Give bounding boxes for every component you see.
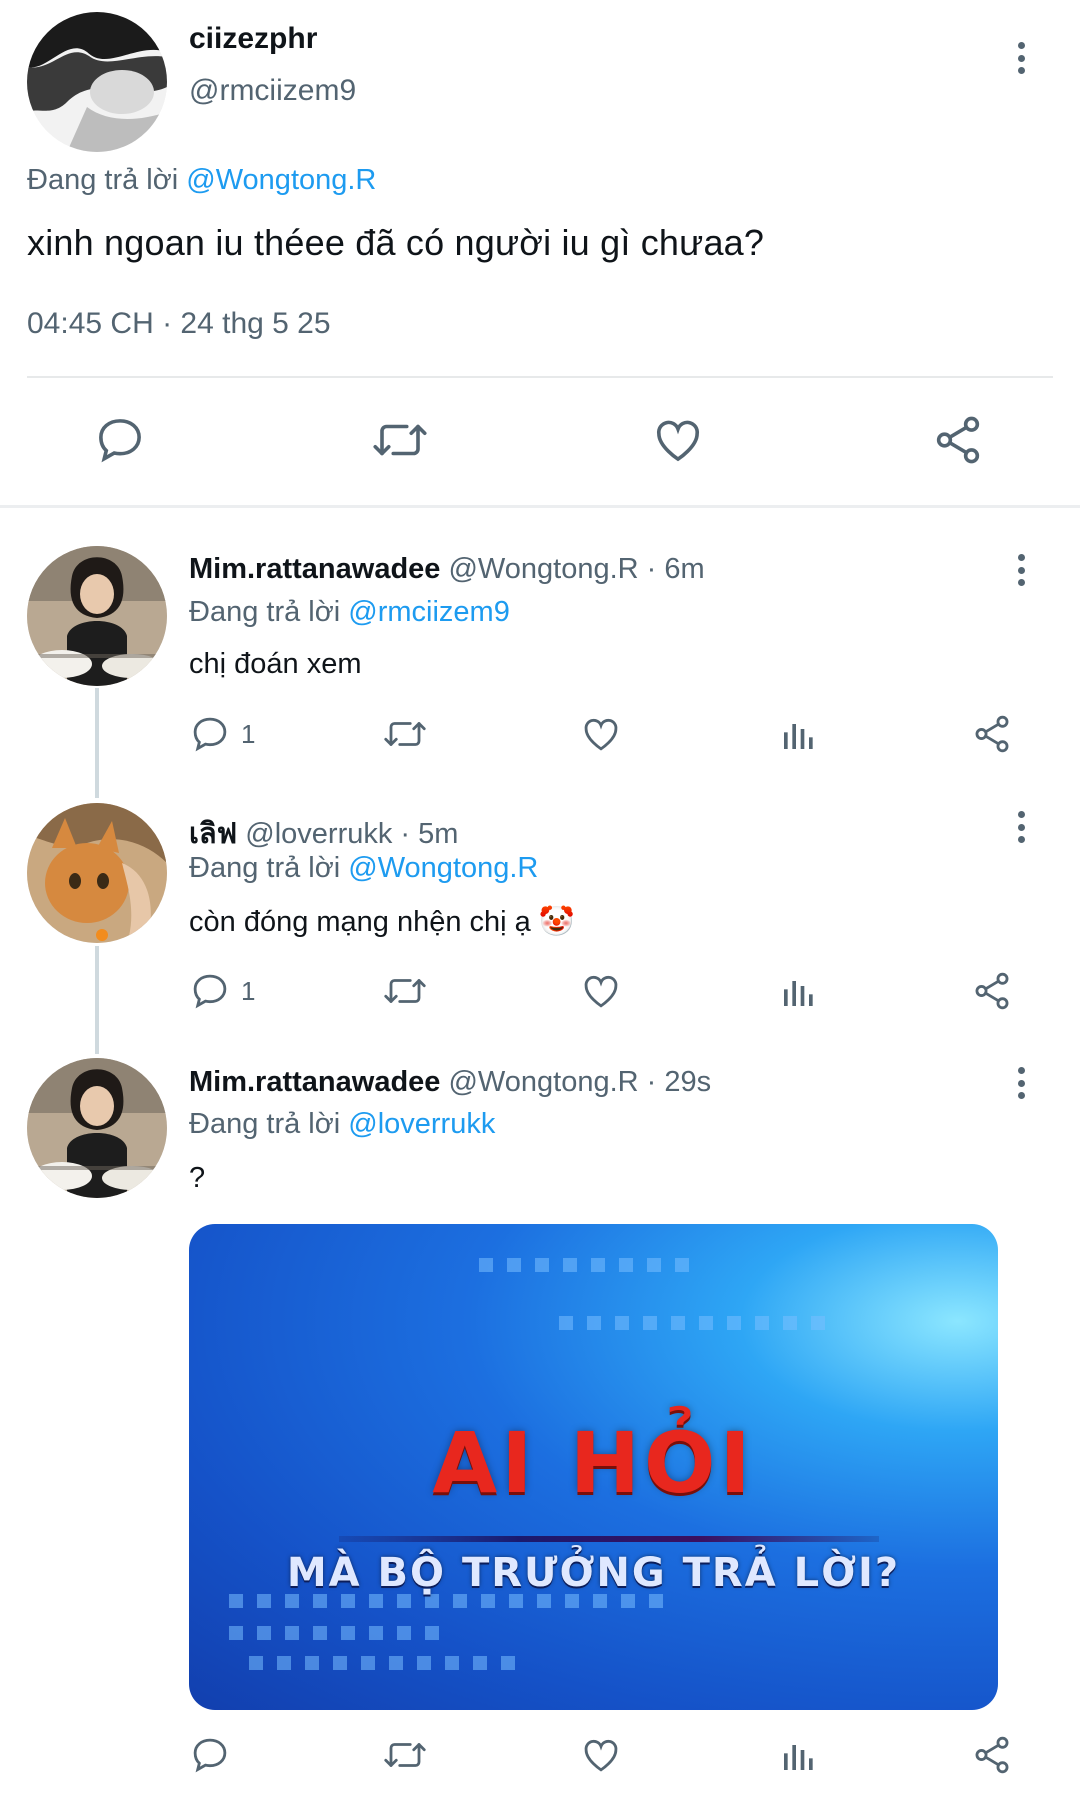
- tweet-actions: [0, 410, 1080, 480]
- reply-actions: 1: [189, 709, 1029, 759]
- replying-prefix: Đang trả lời: [189, 596, 341, 628]
- like-icon[interactable]: [580, 709, 622, 759]
- main-tweet: ciizezphr @rmciizem9 Đang trả lời @Wongt…: [0, 0, 1080, 508]
- handle-and-time[interactable]: @Wongtong.R · 29s: [448, 1066, 711, 1098]
- like-icon[interactable]: [580, 966, 622, 1016]
- reply-header: Mim.rattanawadee @Wongtong.R · 29s: [189, 1066, 711, 1099]
- reply-count: 1: [241, 975, 256, 1006]
- retweet-icon[interactable]: [381, 1730, 429, 1780]
- reply-button[interactable]: 1: [189, 709, 255, 759]
- display-name[interactable]: Mim.rattanawadee: [189, 1066, 440, 1098]
- like-icon[interactable]: [648, 410, 708, 470]
- more-options-icon[interactable]: [1006, 550, 1036, 590]
- media-image[interactable]: AI HỎI MÀ BỘ TRƯỞNG TRẢ LỜI?: [189, 1224, 998, 1710]
- more-options-icon[interactable]: [1006, 38, 1036, 78]
- retweet-icon[interactable]: [381, 709, 429, 759]
- reply-icon: [193, 717, 227, 752]
- display-name[interactable]: เลิฟ: [189, 818, 237, 850]
- thread-line: [95, 946, 99, 1054]
- reply-text: chị đoán xem: [189, 648, 362, 680]
- replying-prefix: Đang trả lời: [27, 164, 179, 196]
- thread-line: [95, 688, 99, 798]
- reply-actions: [189, 1730, 1029, 1780]
- replying-to: Đang trả lời @loverrukk: [189, 1108, 495, 1141]
- display-name[interactable]: ciizezphr: [189, 22, 317, 56]
- more-options-icon[interactable]: [1006, 1063, 1036, 1103]
- retweet-icon[interactable]: [381, 966, 429, 1016]
- section-divider: [0, 505, 1080, 508]
- divider: [27, 376, 1053, 378]
- meme-divider: [339, 1536, 879, 1542]
- avatar[interactable]: [27, 1058, 167, 1198]
- views-icon[interactable]: [779, 709, 819, 759]
- replying-to: Đang trả lời @Wongtong.R: [27, 164, 376, 197]
- replying-prefix: Đang trả lời: [189, 1108, 341, 1140]
- handle-and-time[interactable]: @loverrukk · 5m: [245, 818, 458, 850]
- share-icon[interactable]: [971, 709, 1013, 759]
- reply-count: 1: [241, 718, 256, 749]
- share-icon[interactable]: [971, 1730, 1013, 1780]
- reply-text: ?: [189, 1162, 206, 1194]
- meme-title: AI HỎI: [432, 1414, 755, 1512]
- reply-icon: [193, 974, 227, 1009]
- like-icon[interactable]: [580, 1730, 622, 1780]
- avatar[interactable]: [27, 803, 167, 943]
- avatar[interactable]: [27, 546, 167, 686]
- reply-icon[interactable]: [90, 410, 150, 470]
- handle-and-time[interactable]: @Wongtong.R · 6m: [448, 553, 704, 585]
- replying-to-link[interactable]: @rmciizem9: [348, 596, 510, 628]
- reply-icon: [193, 1738, 227, 1773]
- share-icon[interactable]: [928, 410, 988, 470]
- retweet-icon[interactable]: [370, 410, 430, 470]
- reply-header: เลิฟ @loverrukk · 5m: [189, 810, 458, 856]
- tweet-text: xinh ngoan iu théee đã có người iu gì ch…: [27, 222, 765, 263]
- reply-text: còn đóng mạng nhện chị ạ 🤡: [189, 906, 575, 938]
- handle[interactable]: @rmciizem9: [189, 74, 356, 108]
- reply-actions: 1: [189, 966, 1029, 1016]
- replying-to-link[interactable]: @Wongtong.R: [186, 164, 376, 196]
- meme-subtitle: MÀ BỘ TRƯỞNG TRẢ LỜI?: [286, 1550, 901, 1596]
- avatar[interactable]: [27, 12, 167, 152]
- views-icon[interactable]: [779, 1730, 819, 1780]
- replying-prefix: Đang trả lời: [189, 852, 341, 884]
- share-icon[interactable]: [971, 966, 1013, 1016]
- replying-to: Đang trả lời @Wongtong.R: [189, 852, 538, 885]
- reply-header: Mim.rattanawadee @Wongtong.R · 6m: [189, 553, 705, 586]
- reply-button[interactable]: 1: [189, 966, 255, 1016]
- more-options-icon[interactable]: [1006, 807, 1036, 847]
- tweet-timestamp[interactable]: 04:45 CH · 24 thg 5 25: [27, 307, 331, 341]
- views-icon[interactable]: [779, 966, 819, 1016]
- replying-to: Đang trả lời @rmciizem9: [189, 596, 510, 629]
- display-name[interactable]: Mim.rattanawadee: [189, 553, 440, 585]
- reply-button[interactable]: [189, 1730, 241, 1780]
- replying-to-link[interactable]: @loverrukk: [348, 1108, 495, 1140]
- replying-to-link[interactable]: @Wongtong.R: [348, 852, 538, 884]
